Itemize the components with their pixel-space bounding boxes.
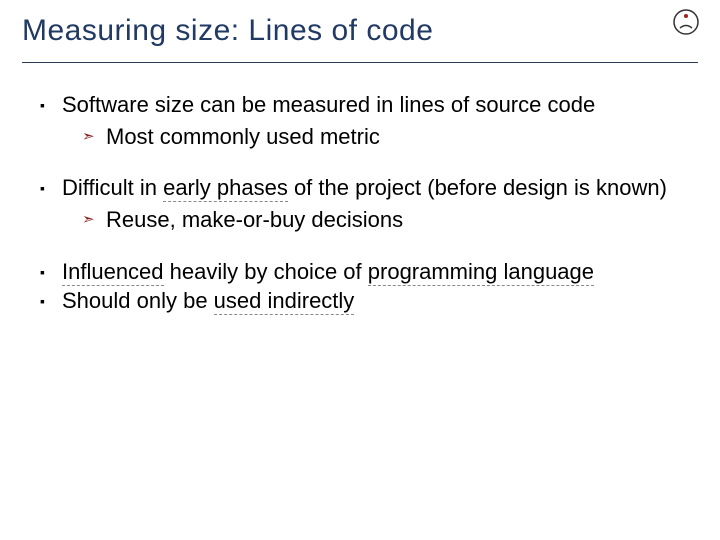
sub-bullet-text: Most commonly used metric — [106, 122, 680, 152]
sub-bullet-text: Reuse, make-or-buy decisions — [106, 205, 680, 235]
bullet-text: Difficult in early phases of the project… — [62, 173, 680, 203]
text-run: Should only be — [62, 288, 214, 313]
arrow-bullet-icon: ➣ — [82, 205, 106, 235]
logo-icon — [670, 6, 702, 38]
bullet-item: ▪ Should only be used indirectly — [40, 286, 680, 316]
bullet-item: ▪ Influenced heavily by choice of progra… — [40, 257, 680, 287]
sub-bullet-item: ➣ Reuse, make-or-buy decisions — [82, 205, 680, 235]
arrow-bullet-icon: ➣ — [82, 122, 106, 152]
underlined-text: programming language — [368, 259, 594, 286]
bullet-text: Software size can be measured in lines o… — [62, 90, 680, 120]
square-bullet-icon: ▪ — [40, 286, 62, 316]
text-run: Difficult in — [62, 175, 163, 200]
text-run: of the project (before design is known) — [288, 175, 667, 200]
bullet-item: ▪ Software size can be measured in lines… — [40, 90, 680, 151]
slide: Measuring size: Lines of code ▪ Software… — [0, 0, 720, 540]
square-bullet-icon: ▪ — [40, 90, 62, 120]
text-run: heavily by choice of — [164, 259, 368, 284]
square-bullet-icon: ▪ — [40, 257, 62, 287]
sub-bullet-item: ➣ Most commonly used metric — [82, 122, 680, 152]
underlined-text: Influenced — [62, 259, 164, 286]
bullet-text: Should only be used indirectly — [62, 286, 680, 316]
square-bullet-icon: ▪ — [40, 173, 62, 203]
underlined-text: used indirectly — [214, 288, 355, 315]
title-divider — [22, 62, 698, 63]
bullet-text: Influenced heavily by choice of programm… — [62, 257, 680, 287]
underlined-text: early phases — [163, 175, 288, 202]
bullet-item: ▪ Difficult in early phases of the proje… — [40, 173, 680, 234]
slide-title: Measuring size: Lines of code — [22, 14, 650, 48]
slide-body: ▪ Software size can be measured in lines… — [40, 90, 680, 338]
